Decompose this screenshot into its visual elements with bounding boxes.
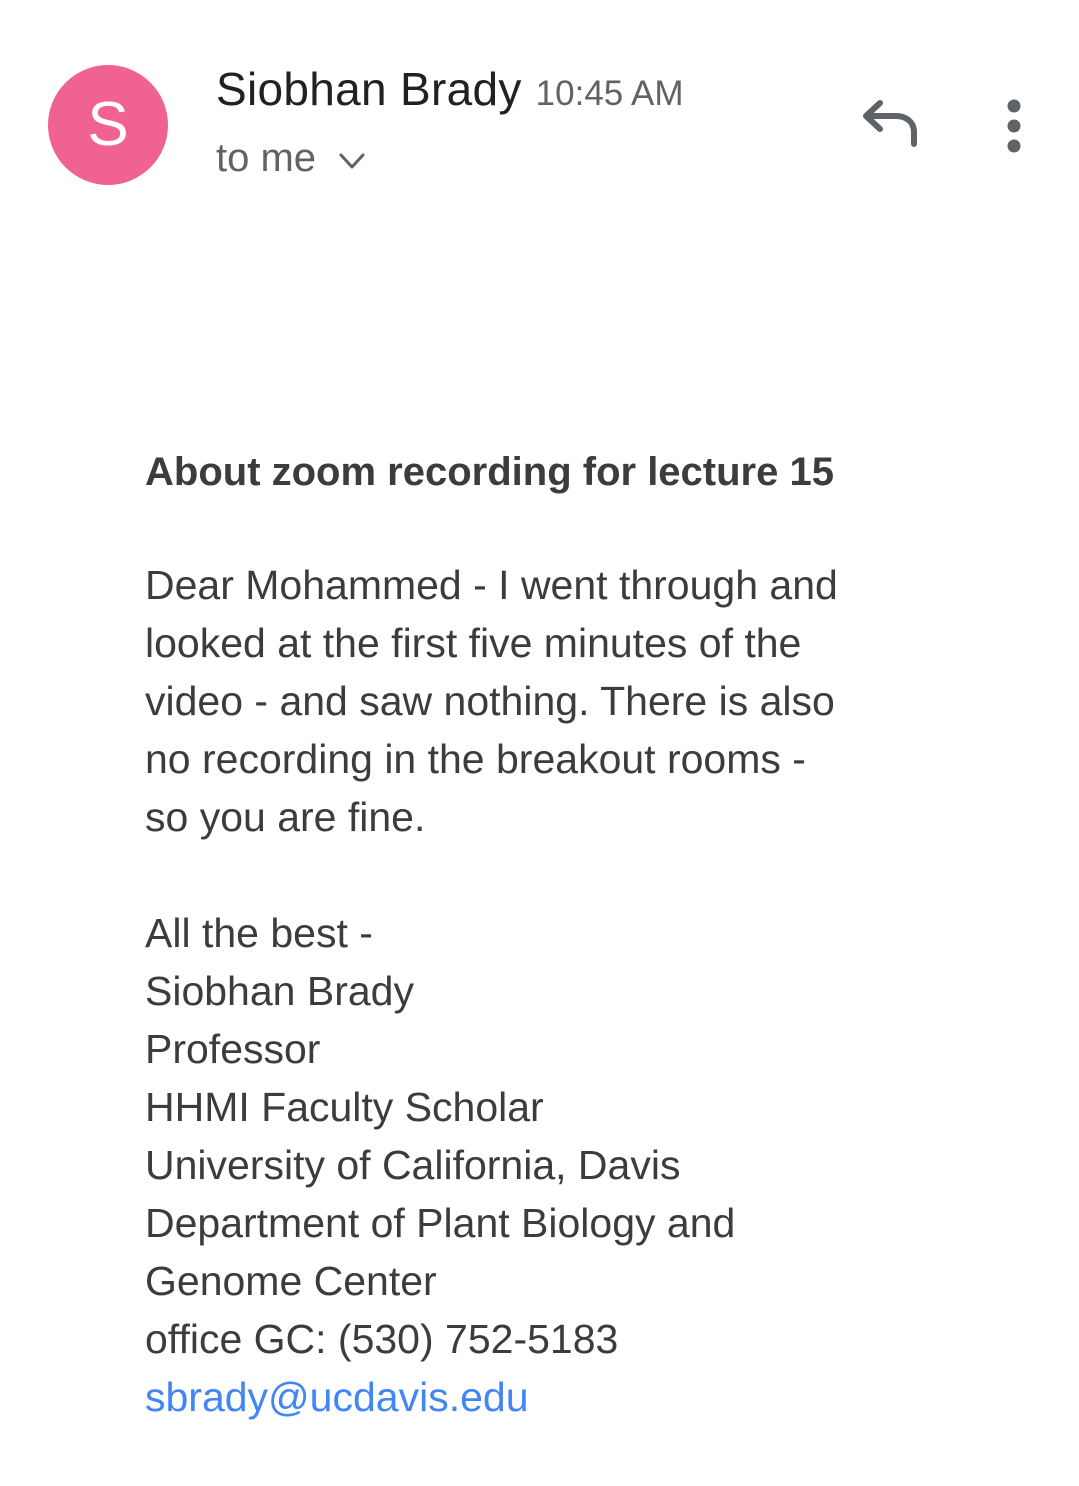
body-line: looked at the first five minutes of the: [145, 620, 802, 666]
signature-name: Siobhan Brady: [145, 968, 414, 1014]
more-vert-icon: [990, 99, 1038, 164]
more-options-button[interactable]: [990, 92, 1038, 160]
chevron-down-icon: [338, 147, 366, 175]
message-header: S Siobhan Brady 10:45 AM to me: [0, 0, 1079, 220]
body-line: so you are fine.: [145, 794, 426, 840]
signature-department: Department of Plant Biology and: [145, 1200, 736, 1246]
signature-office-phone[interactable]: office GC: (530) 752-5183: [145, 1310, 945, 1368]
recipient-details-toggle[interactable]: to me: [216, 136, 366, 181]
signature-honor: HHMI Faculty Scholar: [145, 1084, 544, 1130]
signature-title: Professor: [145, 1026, 321, 1072]
signature-closing: All the best -: [145, 910, 373, 956]
reply-icon: [850, 100, 926, 164]
reply-button[interactable]: [850, 92, 926, 160]
signature: All the best - Siobhan Brady Professor H…: [145, 904, 945, 1426]
recipient-label: to me: [216, 136, 317, 180]
message-paragraph: Dear Mohammed - I went through and looke…: [145, 556, 945, 846]
signature-email-link[interactable]: sbrady@ucdavis.edu: [145, 1368, 945, 1426]
body-line: video - and saw nothing. There is also: [145, 678, 835, 724]
signature-university: University of California, Davis: [145, 1142, 681, 1188]
avatar[interactable]: S: [48, 65, 168, 185]
message-body: About zoom recording for lecture 15 Dear…: [145, 446, 945, 1426]
sender-name[interactable]: Siobhan Brady: [216, 63, 522, 115]
signature-department-cont: Genome Center: [145, 1258, 437, 1304]
sender-line: Siobhan Brady 10:45 AM: [216, 62, 684, 116]
message-subject: About zoom recording for lecture 15: [145, 450, 834, 494]
body-line: no recording in the breakout rooms -: [145, 736, 806, 782]
body-line: Dear Mohammed - I went through and: [145, 562, 838, 608]
message-time: 10:45 AM: [535, 74, 684, 113]
